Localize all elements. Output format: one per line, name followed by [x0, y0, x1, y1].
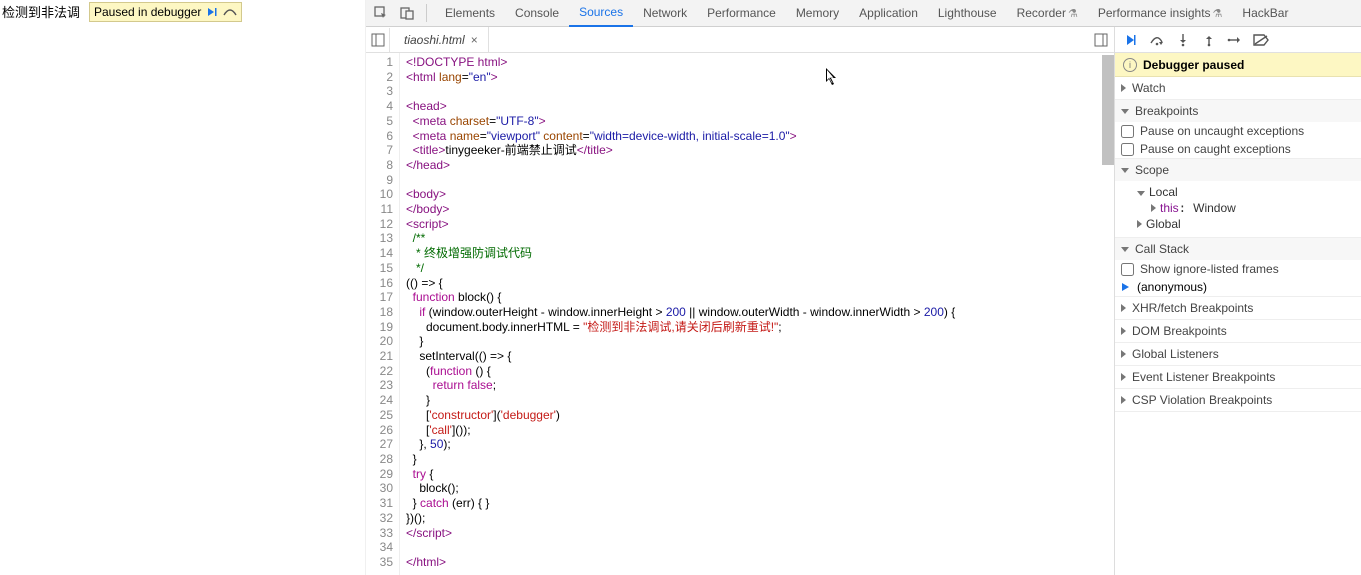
stepout-button[interactable] [1199, 30, 1219, 50]
file-tab-label: tiaoshi.html [404, 33, 465, 47]
devtools-tab-memory[interactable]: Memory [786, 0, 849, 27]
scope-local[interactable]: Local [1123, 184, 1353, 200]
page-body-text: 检测到非法调 [2, 2, 80, 21]
checkbox[interactable] [1121, 125, 1134, 138]
devtools-tab-application[interactable]: Application [849, 0, 928, 27]
file-tab[interactable]: tiaoshi.html × [394, 27, 489, 53]
deactivate-breakpoints-button[interactable] [1251, 30, 1271, 50]
pause-caught-checkbox[interactable]: Pause on caught exceptions [1115, 140, 1361, 158]
devtools-toolbar: ElementsConsoleSourcesNetworkPerformance… [366, 0, 1361, 27]
device-toggle-icon[interactable] [396, 2, 418, 24]
sources-pane: tiaoshi.html × 1234567891011121314151617… [366, 27, 1115, 575]
watch-section[interactable]: Watch [1115, 77, 1361, 99]
scope-this[interactable]: this: Window [1123, 200, 1353, 216]
global-listeners-section[interactable]: Global Listeners [1115, 343, 1361, 365]
line-gutter: 1234567891011121314151617181920212223242… [366, 53, 400, 575]
debugger-sidebar: i Debugger paused Watch Breakpoints Paus… [1115, 27, 1361, 575]
event-listener-section[interactable]: Event Listener Breakpoints [1115, 366, 1361, 388]
stepin-button[interactable] [1173, 30, 1193, 50]
separator [426, 4, 427, 22]
callstack-frame[interactable]: (anonymous) [1115, 278, 1361, 296]
dom-section[interactable]: DOM Breakpoints [1115, 320, 1361, 342]
devtools-tab-elements[interactable]: Elements [435, 0, 505, 27]
csp-section[interactable]: CSP Violation Breakpoints [1115, 389, 1361, 411]
close-icon[interactable]: × [471, 33, 478, 47]
code-editor[interactable]: 1234567891011121314151617181920212223242… [366, 53, 1114, 575]
debug-controls [1115, 27, 1361, 53]
flask-icon: ⚗ [1068, 7, 1078, 20]
step-button[interactable] [1225, 30, 1245, 50]
paused-overlay: Paused in debugger [89, 2, 242, 22]
paused-label: Paused in debugger [94, 5, 201, 19]
checkbox[interactable] [1121, 143, 1134, 156]
code-content: <!DOCTYPE html><html lang="en"> <head> <… [400, 53, 1114, 575]
devtools-tab-lighthouse[interactable]: Lighthouse [928, 0, 1007, 27]
breakpoints-section[interactable]: Breakpoints [1115, 100, 1361, 122]
current-frame-icon [1121, 282, 1131, 292]
scope-global[interactable]: Global [1123, 216, 1353, 232]
scrollbar[interactable] [1102, 55, 1114, 575]
devtools-tab-network[interactable]: Network [633, 0, 697, 27]
resume-icon[interactable] [205, 5, 219, 19]
pause-uncaught-checkbox[interactable]: Pause on uncaught exceptions [1115, 122, 1361, 140]
stepover-button[interactable] [1147, 30, 1167, 50]
mouse-cursor [826, 68, 838, 86]
file-tab-bar: tiaoshi.html × [366, 27, 1114, 53]
inspect-icon[interactable] [370, 2, 392, 24]
step-over-icon[interactable] [223, 5, 237, 19]
scope-section[interactable]: Scope [1115, 159, 1361, 181]
debugger-paused-banner: i Debugger paused [1115, 53, 1361, 77]
scroll-thumb[interactable] [1102, 55, 1114, 165]
xhr-section[interactable]: XHR/fetch Breakpoints [1115, 297, 1361, 319]
navigator-toggle-icon[interactable] [366, 28, 390, 52]
devtools-tab-hackbar[interactable]: HackBar [1232, 0, 1298, 27]
checkbox[interactable] [1121, 263, 1134, 276]
devtools-tab-console[interactable]: Console [505, 0, 569, 27]
flask-icon: ⚗ [1213, 7, 1223, 20]
paused-text: Debugger paused [1143, 58, 1244, 72]
page-content: 检测到非法调 Paused in debugger [0, 0, 365, 575]
show-snippets-icon[interactable] [1090, 29, 1112, 51]
info-icon: i [1123, 58, 1137, 72]
callstack-section[interactable]: Call Stack [1115, 238, 1361, 260]
devtools-tab-performance-insights[interactable]: Performance insights⚗ [1088, 0, 1233, 27]
resume-button[interactable] [1121, 30, 1141, 50]
devtools-tab-performance[interactable]: Performance [697, 0, 786, 27]
devtools-tab-sources[interactable]: Sources [569, 0, 633, 27]
devtools-panel: ElementsConsoleSourcesNetworkPerformance… [365, 0, 1361, 575]
ignore-listed-checkbox[interactable]: Show ignore-listed frames [1115, 260, 1361, 278]
devtools-tab-recorder[interactable]: Recorder⚗ [1007, 0, 1088, 27]
